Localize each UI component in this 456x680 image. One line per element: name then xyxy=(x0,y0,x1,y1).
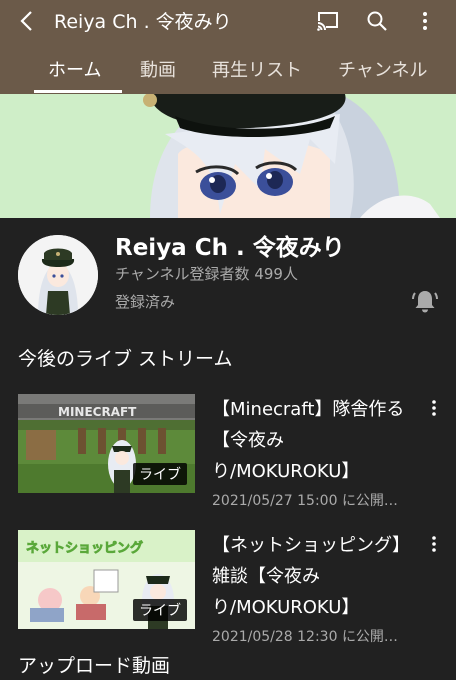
video-title[interactable]: 【ネットショッピング】雑談【令夜みり/MOKUROKU】 xyxy=(212,530,412,623)
channel-avatar[interactable] xyxy=(18,235,98,315)
back-arrow-icon[interactable] xyxy=(12,6,42,36)
video-title[interactable]: 【Minecraft】隊舎作る【令夜みり/MOKUROKU】 xyxy=(212,394,412,487)
tab-playlists[interactable]: 再生リスト xyxy=(212,56,302,82)
thumbnail-logo-text: MINECRAFT xyxy=(58,405,137,419)
app-bar: Reiya Ch . 令夜みり ホーム 動画 再生リスト チャンネル xyxy=(0,0,456,96)
cast-icon[interactable] xyxy=(313,6,343,36)
notification-bell-icon[interactable] xyxy=(412,288,438,314)
subscribed-button[interactable]: 登録済み xyxy=(115,291,175,312)
more-vert-icon[interactable] xyxy=(410,6,440,36)
thumbnail-title-text: ネットショッピング xyxy=(26,540,143,556)
video-thumbnail[interactable]: ネットショッピング ライブ xyxy=(18,530,195,629)
channel-tabs: ホーム 動画 再生リスト チャンネル xyxy=(0,44,456,94)
subscriber-count: チャンネル登録者数 499人 xyxy=(115,265,298,283)
tab-home[interactable]: ホーム xyxy=(48,56,101,82)
upcoming-live-section-title: 今後のライブ ストリーム xyxy=(18,348,233,370)
top-row: Reiya Ch . 令夜みり xyxy=(0,0,456,44)
banner-artwork xyxy=(0,94,456,218)
channel-banner xyxy=(0,94,456,218)
channel-name: Reiya Ch . 令夜みり xyxy=(115,235,345,261)
uploads-section-title: アップロード動画 xyxy=(18,655,171,677)
tab-videos[interactable]: 動画 xyxy=(140,56,176,82)
video-thumbnail[interactable]: MINECRAFT ライブ xyxy=(18,394,195,493)
live-badge: ライブ xyxy=(133,463,187,485)
live-badge: ライブ xyxy=(133,599,187,621)
tab-channel[interactable]: チャンネル xyxy=(338,56,427,82)
active-tab-indicator xyxy=(34,90,122,93)
channel-title: Reiya Ch . 令夜みり xyxy=(54,11,232,33)
video-schedule: 2021/05/27 15:00 に公開… xyxy=(212,493,398,509)
video-item[interactable]: ネットショッピング ライブ 【ネットショッピング】雑談【令夜みり/MOKUROK… xyxy=(0,530,456,650)
video-item[interactable]: MINECRAFT ライブ 【Minecraft】隊舎作る【令夜みり/MOKUR… xyxy=(0,394,456,514)
more-vert-icon[interactable] xyxy=(424,396,444,422)
search-icon[interactable] xyxy=(362,6,392,36)
video-schedule: 2021/05/28 12:30 に公開… xyxy=(212,629,398,645)
more-vert-icon[interactable] xyxy=(424,532,444,558)
